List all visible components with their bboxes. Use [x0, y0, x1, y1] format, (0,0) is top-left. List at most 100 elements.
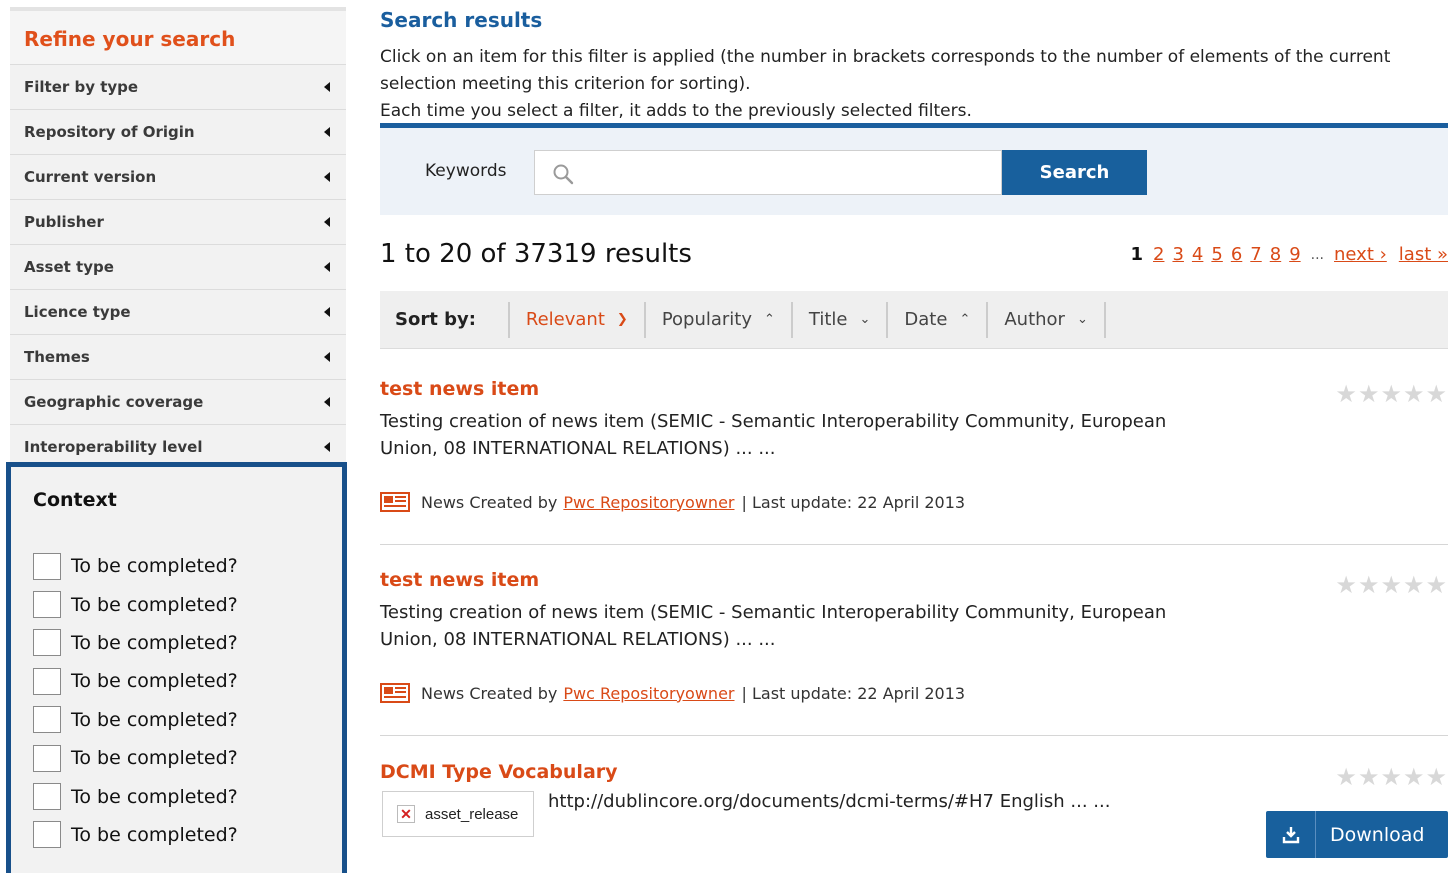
filter-current-version[interactable]: Current version	[10, 155, 346, 200]
filter-label: Filter by type	[24, 78, 139, 96]
filter-licence-type[interactable]: Licence type	[10, 290, 346, 335]
sort-author[interactable]: Author ⌄	[988, 309, 1104, 330]
filter-themes[interactable]: Themes	[10, 335, 346, 380]
context-option-label: To be completed?	[71, 593, 238, 616]
chevron-down-icon: ❯	[616, 312, 628, 327]
rating-stars[interactable]: ★★★★★	[1335, 571, 1448, 599]
context-checkbox[interactable]	[33, 821, 61, 849]
page-next-link[interactable]: next ›	[1334, 244, 1387, 265]
caret-left-icon	[324, 82, 330, 92]
filter-asset-type[interactable]: Asset type	[10, 245, 346, 290]
sort-relevant[interactable]: Relevant ❯	[510, 309, 644, 330]
context-option[interactable]: To be completed?	[11, 585, 342, 623]
chevron-down-icon: ⌄	[859, 312, 871, 327]
sort-divider	[1103, 301, 1106, 338]
result-title-link[interactable]: test news item	[380, 378, 1448, 400]
context-checkbox[interactable]	[33, 667, 61, 695]
filter-label: Repository of Origin	[24, 123, 195, 141]
caret-left-icon	[324, 172, 330, 182]
filter-repository-of-origin[interactable]: Repository of Origin	[10, 110, 346, 155]
meta-suffix: | Last update: 22 April 2013	[741, 683, 966, 703]
sort-label: Sort by:	[395, 309, 476, 330]
filter-by-type[interactable]: Filter by type	[10, 65, 346, 110]
search-icon	[553, 164, 574, 185]
page-current: 1	[1130, 244, 1144, 265]
broken-image-icon: ✕	[397, 805, 415, 823]
page-last-link[interactable]: last »	[1399, 244, 1448, 265]
context-option[interactable]: To be completed?	[11, 816, 342, 854]
sort-date[interactable]: Date ⌃	[888, 309, 986, 330]
result-item: DCMI Type Vocabulary ★★★★★ ✕ asset_relea…	[380, 761, 1448, 873]
meta-prefix: News Created by	[421, 683, 558, 703]
context-option[interactable]: To be completed?	[11, 547, 342, 585]
page-link[interactable]: 4	[1192, 244, 1203, 265]
result-url-text: http://dublincore.org/documents/dcmi-ter…	[548, 791, 1111, 812]
rating-stars[interactable]: ★★★★★	[1335, 380, 1448, 408]
sort-option-label: Author	[1004, 309, 1065, 330]
author-link[interactable]: Pwc Repositoryowner	[563, 684, 734, 703]
result-item: test news item ★★★★★ Testing creation of…	[380, 378, 1448, 512]
author-link[interactable]: Pwc Repositoryowner	[563, 493, 734, 512]
result-title-link[interactable]: test news item	[380, 569, 1448, 591]
caret-left-icon	[324, 397, 330, 407]
context-checkbox[interactable]	[33, 783, 61, 811]
sort-option-label: Date	[904, 309, 948, 330]
search-button[interactable]: Search	[1002, 150, 1147, 195]
result-divider	[380, 544, 1448, 545]
page-link[interactable]: 9	[1289, 244, 1300, 265]
page-link[interactable]: 2	[1153, 244, 1164, 265]
chevron-up-icon: ⌃	[764, 312, 775, 327]
context-option-label: To be completed?	[71, 631, 238, 654]
keywords-label: Keywords	[425, 161, 507, 181]
download-icon	[1266, 811, 1316, 858]
context-option[interactable]: To be completed?	[11, 701, 342, 739]
context-option[interactable]: To be completed?	[11, 662, 342, 700]
context-checkbox[interactable]	[33, 629, 61, 657]
page-link[interactable]: 8	[1270, 244, 1281, 265]
page-link[interactable]: 7	[1250, 244, 1261, 265]
context-option[interactable]: To be completed?	[11, 739, 342, 777]
context-option-label: To be completed?	[71, 823, 238, 846]
context-option[interactable]: To be completed?	[11, 777, 342, 815]
filter-label: Themes	[24, 348, 90, 366]
download-button[interactable]: Download	[1266, 811, 1448, 858]
keywords-input[interactable]	[534, 150, 1002, 195]
filter-label: Publisher	[24, 213, 104, 231]
sort-option-label: Relevant	[525, 309, 605, 330]
sort-title[interactable]: Title ⌄	[793, 309, 886, 330]
result-meta: News Created by Pwc Repositoryowner | La…	[380, 683, 1448, 703]
filter-label: Current version	[24, 168, 157, 186]
result-description: Testing creation of news item (SEMIC - S…	[380, 602, 1167, 650]
context-checkbox[interactable]	[33, 744, 61, 772]
sort-bar: Sort by: Relevant ❯ Popularity ⌃ Title ⌄…	[380, 291, 1448, 349]
intro-text: Click on an item for this filter is appl…	[380, 44, 1448, 125]
chevron-down-icon: ⌄	[1076, 312, 1088, 327]
page-link[interactable]: 3	[1172, 244, 1183, 265]
page-link[interactable]: 5	[1211, 244, 1222, 265]
context-checkbox[interactable]	[33, 706, 61, 734]
image-alt-text: asset_release	[425, 805, 519, 823]
intro-line-1: Click on an item for this filter is appl…	[380, 47, 1391, 94]
results-count: 1 to 20 of 37319 results	[380, 239, 692, 269]
context-option-label: To be completed?	[71, 708, 238, 731]
filter-publisher[interactable]: Publisher	[10, 200, 346, 245]
page-link[interactable]: 6	[1231, 244, 1242, 265]
search-bar: Keywords Search	[380, 123, 1448, 215]
context-checkbox[interactable]	[33, 591, 61, 619]
context-option[interactable]: To be completed?	[11, 624, 342, 662]
sort-popularity[interactable]: Popularity ⌃	[646, 309, 791, 330]
sort-option-label: Popularity	[661, 309, 753, 330]
filter-label: Geographic coverage	[24, 393, 204, 411]
result-title-link[interactable]: DCMI Type Vocabulary	[380, 761, 1448, 783]
result-divider	[380, 735, 1448, 736]
filter-geographic-coverage[interactable]: Geographic coverage	[10, 380, 346, 425]
caret-left-icon	[324, 127, 330, 137]
context-checkbox[interactable]	[33, 552, 61, 580]
caret-left-icon	[324, 307, 330, 317]
result-meta: News Created by Pwc Repositoryowner | La…	[380, 492, 1448, 512]
context-option-label: To be completed?	[71, 555, 238, 578]
result-item: test news item ★★★★★ Testing creation of…	[380, 569, 1448, 703]
context-option-label: To be completed?	[71, 747, 238, 770]
rating-stars[interactable]: ★★★★★	[1335, 763, 1448, 791]
meta-prefix: News Created by	[421, 492, 558, 512]
